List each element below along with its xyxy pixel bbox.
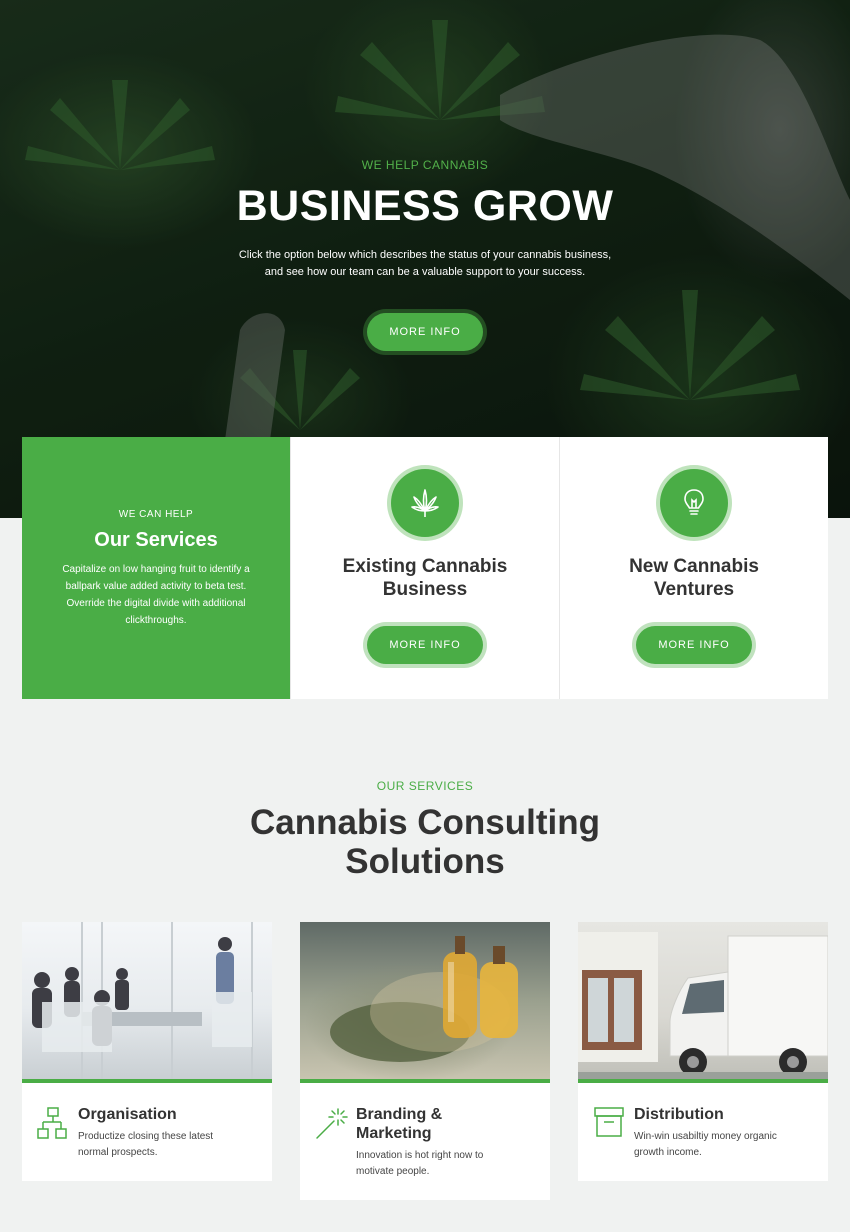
existing-business-card: Existing Cannabis Business MORE INFO — [290, 437, 559, 699]
office-meeting-photo — [22, 922, 272, 1083]
title-line: Ventures — [653, 579, 735, 600]
section-title-line: Cannabis Consulting — [250, 803, 600, 842]
solution-description: Productize closing these latest normal p… — [78, 1129, 272, 1161]
title-line: Branding & — [356, 1106, 443, 1123]
description-line: Override the digital divide with additio… — [66, 598, 246, 609]
description-line: Productize closing these latest — [78, 1131, 214, 1142]
description-line: clickthroughs. — [125, 615, 187, 626]
solution-title: Branding & Marketing — [356, 1105, 550, 1143]
hero-description-line: Click the option below which describes t… — [238, 249, 612, 261]
our-services-title: Our Services — [94, 529, 218, 551]
solution-card-organisation[interactable]: Organisation Productize closing these la… — [22, 922, 272, 1181]
solution-description: Innovation is hot right now to motivate … — [356, 1148, 550, 1180]
description-line: growth income. — [634, 1147, 702, 1158]
description-line: motivate people. — [356, 1166, 430, 1177]
solution-card-branding-marketing[interactable]: Branding & Marketing Innovation is hot r… — [300, 922, 550, 1200]
cannabis-oil-photo — [300, 922, 550, 1083]
title-line: New Cannabis — [629, 556, 759, 577]
our-services-card: WE CAN HELP Our Services Capitalize on l… — [22, 437, 290, 699]
existing-business-title: Existing Cannabis Business — [291, 555, 559, 601]
description-line: Innovation is hot right now to — [356, 1150, 484, 1161]
hero-content: WE HELP CANNABIS BUSINESS GROW Click the… — [0, 158, 850, 281]
existing-business-more-info-button[interactable]: MORE INFO — [367, 626, 483, 664]
solution-title: Organisation — [78, 1106, 177, 1123]
description-line: Capitalize on low hanging fruit to ident… — [62, 564, 250, 575]
title-line: Marketing — [356, 1125, 432, 1142]
solution-title: Distribution — [634, 1106, 724, 1123]
hero-kicker: WE HELP CANNABIS — [361, 158, 489, 172]
title-line: Business — [382, 579, 468, 600]
magic-wand-icon — [316, 1108, 348, 1139]
description-line: normal prospects. — [78, 1147, 158, 1158]
our-services-description: Capitalize on low hanging fruit to ident… — [22, 561, 290, 629]
solution-card-distribution[interactable]: Distribution Win-win usabiltiy money org… — [578, 922, 828, 1181]
hero-title: BUSINESS GROW — [236, 182, 614, 230]
our-services-kicker: WE CAN HELP — [118, 509, 194, 520]
hero-more-info-button[interactable]: MORE INFO — [367, 313, 483, 351]
section-title: Cannabis Consulting Solutions — [0, 803, 850, 881]
solution-body: Branding & Marketing Innovation is hot r… — [300, 1083, 550, 1180]
section-title-line: Solutions — [345, 842, 505, 881]
section-kicker: OUR SERVICES — [376, 779, 474, 793]
solution-body: Distribution Win-win usabiltiy money org… — [578, 1083, 828, 1161]
hero-description: Click the option below which describes t… — [0, 247, 850, 281]
service-options: WE CAN HELP Our Services Capitalize on l… — [22, 437, 828, 699]
description-line: Win-win usabiltiy money organic — [634, 1131, 777, 1142]
new-ventures-more-info-button[interactable]: MORE INFO — [636, 626, 752, 664]
cannabis-leaf-icon — [391, 469, 459, 537]
hero-description-line: and see how our team can be a valuable s… — [264, 266, 586, 278]
solution-body: Organisation Productize closing these la… — [22, 1083, 272, 1161]
org-chart-icon — [37, 1107, 67, 1139]
lightbulb-icon — [660, 469, 728, 537]
new-ventures-card: New Cannabis Ventures MORE INFO — [559, 437, 828, 699]
description-line: ballpark value added activity to beta te… — [65, 581, 247, 592]
solution-description: Win-win usabiltiy money organic growth i… — [634, 1129, 828, 1161]
title-line: Existing Cannabis — [342, 556, 508, 577]
delivery-van-photo — [578, 922, 828, 1083]
new-ventures-title: New Cannabis Ventures — [560, 555, 828, 601]
archive-box-icon — [594, 1107, 624, 1137]
